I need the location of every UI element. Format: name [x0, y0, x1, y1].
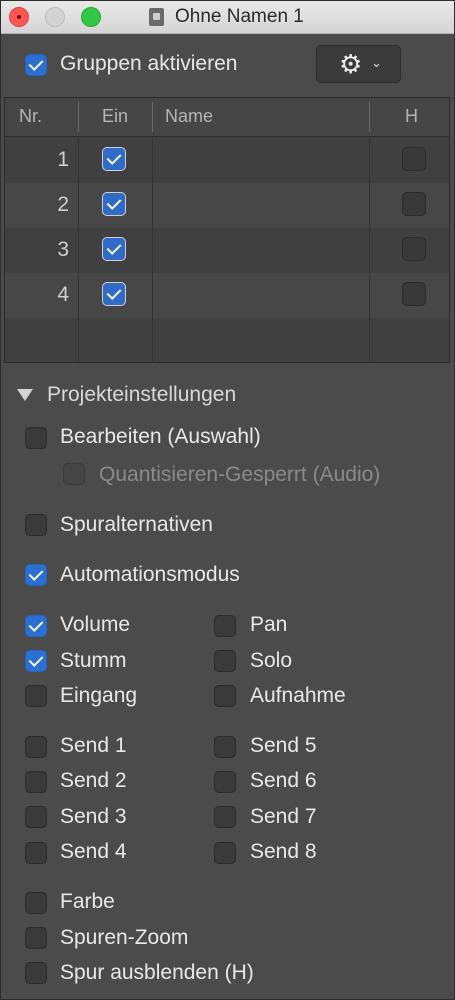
row-number: 1 [57, 148, 69, 171]
volume-checkbox[interactable] [25, 615, 47, 637]
groups-inspector-window: Ohne Namen 1 Gruppen aktivieren ⚙ ⌄ Nr. … [0, 0, 455, 1000]
send-5-label: Send 5 [250, 734, 317, 757]
row-enabled-checkbox[interactable] [102, 237, 126, 261]
column-header-ein[interactable]: Ein [102, 106, 128, 127]
spuralternativen-label: Spuralternativen [60, 513, 213, 536]
send-6-label: Send 6 [250, 769, 317, 792]
column-header-h[interactable]: H [405, 106, 418, 127]
row-hide-checkbox[interactable] [402, 282, 426, 306]
quantisieren-checkbox[interactable] [63, 463, 85, 485]
automationsmodus-label: Automationsmodus [60, 563, 240, 586]
groups-table: Nr. Ein Name H 1 2 3 4 [4, 97, 450, 363]
send-3-checkbox[interactable] [25, 806, 47, 828]
spuralternativen-checkbox[interactable] [25, 514, 47, 536]
row-number: 2 [57, 193, 69, 216]
disclosure-triangle-icon[interactable] [17, 389, 33, 401]
solo-label: Solo [250, 649, 293, 672]
eingang-checkbox[interactable] [25, 685, 47, 707]
row-hide-checkbox[interactable] [402, 192, 426, 216]
section-title-projekteinstellungen[interactable]: Projekteinstellungen [47, 383, 236, 407]
send-3-label: Send 3 [60, 805, 127, 828]
spur-ausblenden-label: Spur ausblenden (H) [60, 961, 254, 984]
aufnahme-checkbox[interactable] [214, 685, 236, 707]
title-bar: Ohne Namen 1 [1, 1, 454, 34]
farbe-label: Farbe [60, 890, 115, 913]
send-1-checkbox[interactable] [25, 736, 47, 758]
pan-checkbox[interactable] [214, 615, 236, 637]
row-number: 3 [57, 238, 69, 261]
send-4-label: Send 4 [60, 840, 127, 863]
send-2-checkbox[interactable] [25, 771, 47, 793]
zoom-window-button[interactable] [81, 7, 101, 27]
gear-menu-button[interactable]: ⚙ ⌄ [316, 45, 401, 83]
chevron-down-icon: ⌄ [371, 55, 382, 70]
document-icon [149, 8, 164, 26]
close-window-button[interactable] [9, 7, 29, 27]
bearbeiten-checkbox[interactable] [25, 427, 47, 449]
quantisieren-label: Quantisieren-Gesperrt (Audio) [99, 463, 381, 486]
row-enabled-checkbox[interactable] [102, 282, 126, 306]
spuren-zoom-label: Spuren-Zoom [60, 926, 189, 949]
send-8-checkbox[interactable] [214, 842, 236, 864]
farbe-checkbox[interactable] [25, 892, 47, 914]
send-6-checkbox[interactable] [214, 771, 236, 793]
column-header-nr[interactable]: Nr. [19, 106, 42, 127]
table-row[interactable]: 2 [5, 183, 449, 228]
spur-ausblenden-checkbox[interactable] [25, 962, 47, 984]
send-1-label: Send 1 [60, 734, 127, 757]
table-row-empty [5, 318, 449, 362]
table-row[interactable]: 4 [5, 273, 449, 318]
send-7-checkbox[interactable] [214, 806, 236, 828]
table-row[interactable]: 3 [5, 228, 449, 273]
stumm-label: Stumm [60, 649, 127, 672]
eingang-label: Eingang [60, 684, 138, 707]
table-header: Nr. Ein Name H [5, 98, 449, 137]
table-row[interactable]: 1 [5, 138, 449, 183]
solo-checkbox[interactable] [214, 650, 236, 672]
bearbeiten-label: Bearbeiten (Auswahl) [60, 425, 261, 448]
send-8-label: Send 8 [250, 840, 317, 863]
row-enabled-checkbox[interactable] [102, 147, 126, 171]
row-hide-checkbox[interactable] [402, 147, 426, 171]
enable-groups-checkbox[interactable] [25, 54, 47, 76]
row-number: 4 [57, 283, 69, 306]
send-5-checkbox[interactable] [214, 736, 236, 758]
stumm-checkbox[interactable] [25, 650, 47, 672]
minimize-window-button[interactable] [45, 7, 65, 27]
aufnahme-label: Aufnahme [250, 684, 346, 707]
enable-groups-label: Gruppen aktivieren [60, 52, 238, 75]
send-2-label: Send 2 [60, 769, 127, 792]
pan-label: Pan [250, 613, 288, 636]
send-4-checkbox[interactable] [25, 842, 47, 864]
column-header-name[interactable]: Name [165, 106, 213, 127]
row-enabled-checkbox[interactable] [102, 192, 126, 216]
row-hide-checkbox[interactable] [402, 237, 426, 261]
send-7-label: Send 7 [250, 805, 317, 828]
automationsmodus-checkbox[interactable] [25, 564, 47, 586]
spuren-zoom-checkbox[interactable] [25, 927, 47, 949]
window-title: Ohne Namen 1 [175, 6, 304, 27]
volume-label: Volume [60, 613, 131, 636]
gear-icon: ⚙ [339, 49, 363, 79]
